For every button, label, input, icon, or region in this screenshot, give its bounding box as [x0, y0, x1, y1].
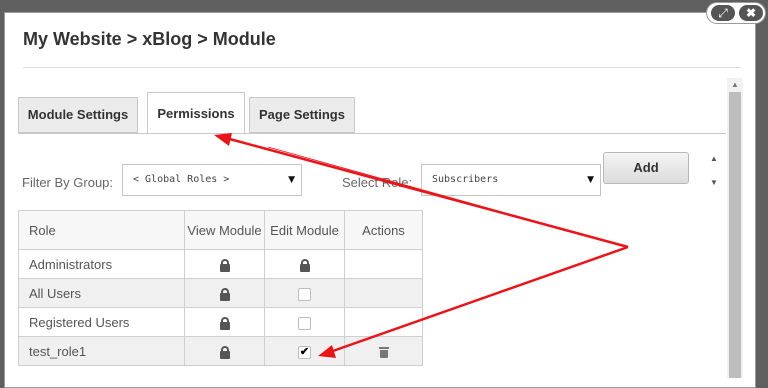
select-role-select[interactable]: Subscribers ▼ — [421, 164, 601, 196]
header-divider — [23, 67, 741, 68]
permissions-table: Role View Module Edit Module Actions Adm… — [18, 210, 423, 366]
page-title: My Website > xBlog > Module — [23, 29, 276, 49]
table-row: test_role1 ✔ — [18, 336, 423, 366]
column-header-actions: Actions — [344, 210, 423, 250]
edit-module-cell — [264, 249, 345, 279]
close-icon[interactable]: ✖ — [739, 5, 763, 21]
role-name: Administrators — [18, 249, 185, 279]
edit-module-cell: ✔ — [264, 336, 345, 366]
maximize-icon[interactable]: ⤢ — [711, 5, 735, 21]
trash-icon[interactable] — [378, 346, 389, 359]
tab-module-settings[interactable]: Module Settings — [18, 97, 138, 133]
scroll-up-icon[interactable]: ▲ — [731, 80, 739, 89]
edit-module-cell — [264, 278, 345, 308]
lock-icon — [219, 258, 230, 272]
edit-module-checkbox[interactable] — [298, 316, 311, 330]
table-row: All Users — [18, 278, 423, 308]
view-module-cell — [184, 307, 265, 337]
role-name: Registered Users — [18, 307, 185, 337]
scrollbar-thumb[interactable] — [729, 92, 741, 378]
filter-group-select[interactable]: < Global Roles > ▼ — [122, 164, 302, 196]
table-header-row: Role View Module Edit Module Actions — [18, 210, 423, 250]
column-header-view-module: View Module — [184, 210, 265, 250]
tab-page-settings[interactable]: Page Settings — [249, 97, 355, 133]
scroll-down-icon[interactable]: ▼ — [710, 178, 718, 187]
actions-cell — [344, 336, 423, 366]
edit-module-cell — [264, 307, 345, 337]
role-name: All Users — [18, 278, 185, 308]
actions-cell — [344, 278, 423, 308]
filter-group-label: Filter By Group: — [22, 175, 114, 190]
chevron-down-icon: ▼ — [587, 175, 594, 185]
lock-icon — [219, 316, 230, 330]
view-module-cell — [184, 249, 265, 279]
tab-permissions[interactable]: Permissions — [147, 92, 245, 134]
role-name: test_role1 — [18, 336, 185, 366]
view-module-cell — [184, 336, 265, 366]
chevron-down-icon: ▼ — [288, 175, 295, 185]
add-role-button[interactable]: Add — [603, 152, 689, 184]
scroll-up-icon[interactable]: ▲ — [710, 154, 718, 163]
table-row: Registered Users — [18, 307, 423, 337]
column-header-role: Role — [18, 210, 185, 250]
filter-group-value: < Global Roles > — [133, 174, 230, 185]
edit-module-checkbox[interactable]: ✔ — [298, 345, 311, 359]
actions-cell — [344, 307, 423, 337]
select-role-value: Subscribers — [432, 174, 499, 185]
dialog-scrollbar[interactable]: ▲ — [727, 78, 743, 378]
panel-scrollbar[interactable]: ▲ ▼ — [708, 152, 722, 192]
lock-icon — [299, 258, 310, 272]
select-role-label: Select Role: — [342, 175, 413, 190]
column-header-edit-module: Edit Module — [264, 210, 345, 250]
lock-icon — [219, 287, 230, 301]
window-controls: ⤢ ✖ — [706, 2, 766, 24]
table-row: Administrators — [18, 249, 423, 279]
tab-divider — [18, 133, 726, 134]
lock-icon — [219, 345, 230, 359]
edit-module-checkbox[interactable] — [298, 287, 311, 301]
actions-cell — [344, 249, 423, 279]
view-module-cell — [184, 278, 265, 308]
